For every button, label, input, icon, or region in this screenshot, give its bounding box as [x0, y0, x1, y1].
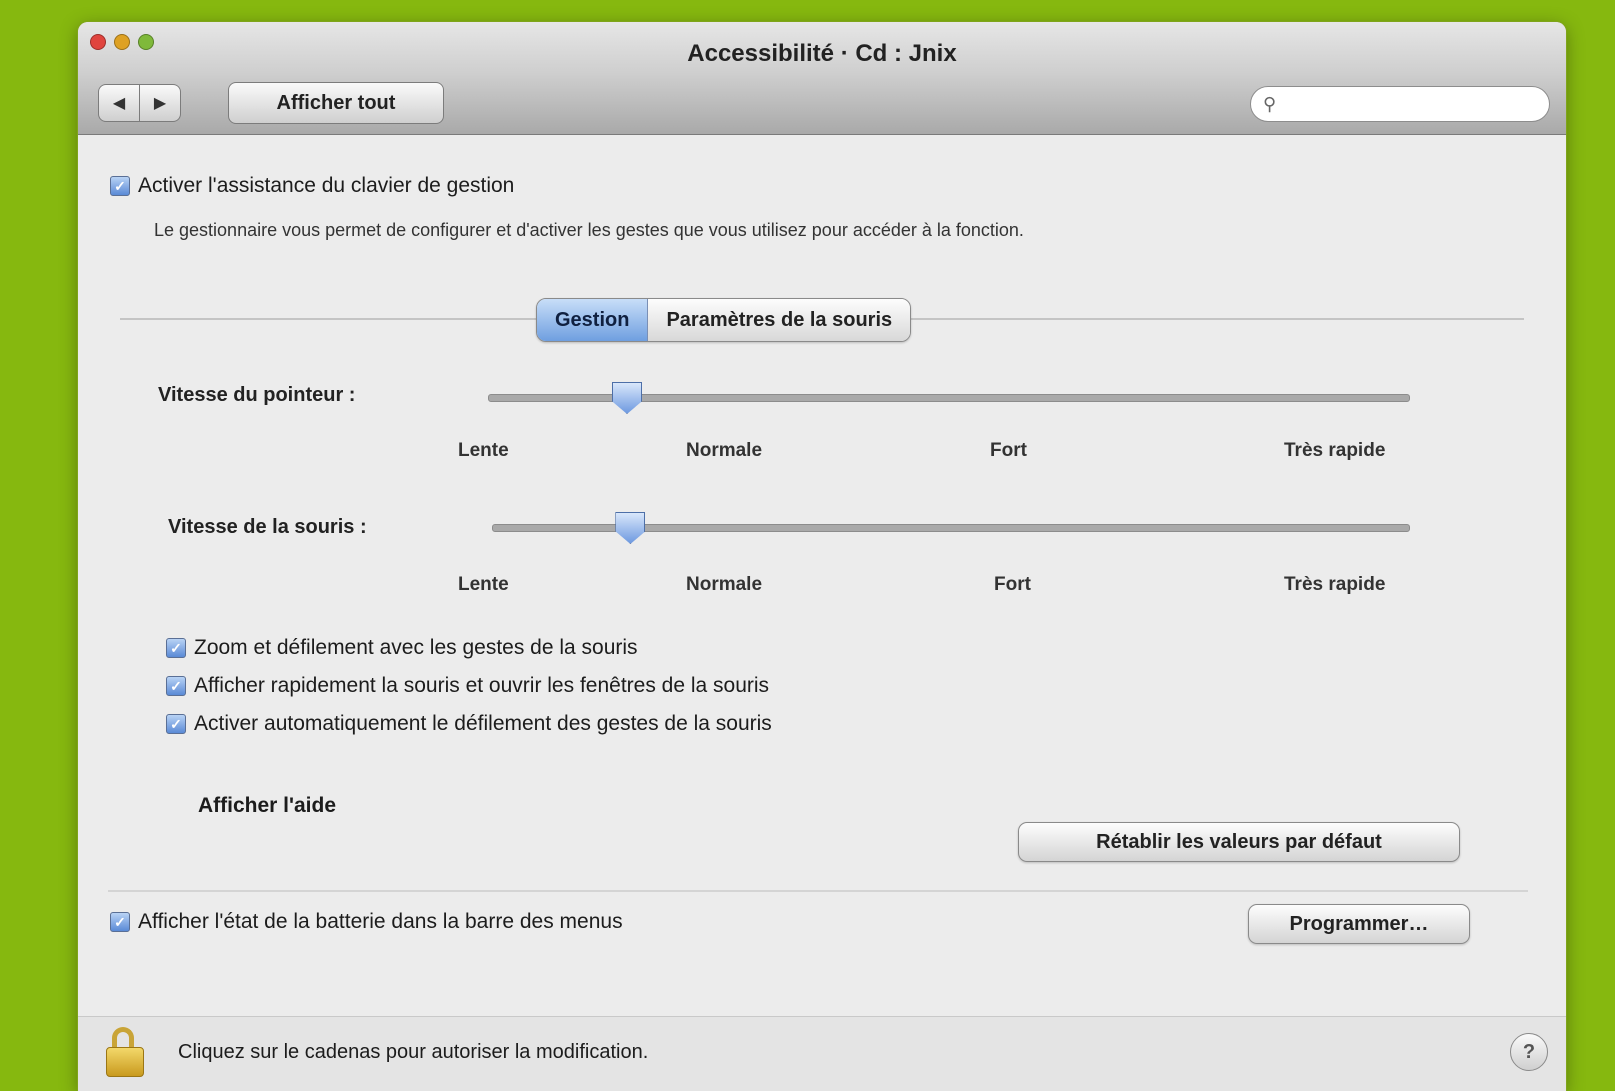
pointer-speed-tick: Très rapide: [1284, 440, 1386, 461]
search-input[interactable]: [1276, 92, 1549, 116]
mouse-speed-label: Vitesse de la souris :: [168, 516, 367, 538]
pointer-speed-tick: Lente: [458, 440, 509, 461]
option-row[interactable]: ✓ Zoom et défilement avec les gestes de l…: [166, 636, 638, 660]
enable-assist-description: Le gestionnaire vous permet de configure…: [154, 220, 1024, 240]
option-row[interactable]: ✓ Activer automatiquement le défilement d…: [166, 712, 772, 736]
lock-text: Cliquez sur le cadenas pour autoriser la…: [178, 1041, 649, 1063]
show-all-button[interactable]: Afficher tout: [228, 82, 444, 124]
schedule-button[interactable]: Programmer…: [1248, 904, 1470, 944]
nav-buttons: ◀ ▶: [98, 84, 181, 122]
mouse-speed-tick: Très rapide: [1284, 574, 1386, 595]
tab-gestion[interactable]: Gestion: [537, 299, 649, 341]
option-checkbox[interactable]: ✓: [166, 714, 186, 735]
pointer-speed-label: Vitesse du pointeur :: [158, 384, 356, 406]
chevron-left-icon: ◀: [112, 95, 126, 112]
mouse-speed-thumb[interactable]: [615, 512, 646, 544]
help-icon: ?: [1522, 1040, 1536, 1063]
mouse-speed-tick: Lente: [458, 574, 509, 595]
window-title: Accessibilité · Cd : Jnix: [687, 40, 957, 67]
lock-icon[interactable]: [104, 1027, 144, 1077]
forward-button[interactable]: ▶: [140, 84, 181, 122]
option-label: Afficher rapidement la souris et ouvrir …: [194, 674, 770, 697]
footer-bar: Cliquez sur le cadenas pour autoriser la…: [78, 1016, 1566, 1091]
option-label: Zoom et défilement avec les gestes de la…: [194, 636, 638, 659]
chevron-right-icon: ▶: [153, 95, 167, 112]
pointer-speed-tick: Normale: [686, 440, 763, 461]
battery-status-checkbox[interactable]: ✓: [110, 912, 130, 933]
option-row[interactable]: ✓ Afficher rapidement la souris et ouvrir…: [166, 674, 769, 698]
tab-mouse-settings[interactable]: Paramètres de la souris: [648, 299, 911, 341]
battery-status-row[interactable]: ✓ Afficher l'état de la batterie dans la …: [110, 910, 623, 934]
mouse-speed-tick: Normale: [686, 574, 763, 595]
enable-assist-checkbox[interactable]: ✓: [110, 176, 130, 197]
pointer-speed-thumb[interactable]: [612, 382, 642, 414]
enable-assist-row[interactable]: ✓ Activer l'assistance du clavier de gest…: [110, 174, 514, 198]
option-checkbox[interactable]: ✓: [166, 676, 186, 697]
option-label: Activer automatiquement le défilement de…: [194, 712, 772, 735]
title-bar: Accessibilité · Cd : Jnix ◀ ▶ Afficher t…: [78, 22, 1566, 135]
back-button[interactable]: ◀: [98, 84, 140, 122]
bottom-divider: [108, 890, 1528, 892]
pointer-speed-tick: Fort: [990, 440, 1027, 461]
help-button[interactable]: ?: [1510, 1033, 1548, 1071]
battery-status-label: Afficher l'état de la batterie dans la b…: [138, 910, 623, 933]
option-checkbox[interactable]: ✓: [166, 638, 186, 659]
search-field[interactable]: ⚲: [1250, 86, 1550, 122]
preferences-window: Accessibilité · Cd : Jnix ◀ ▶ Afficher t…: [78, 22, 1566, 1091]
help-link[interactable]: Afficher l'aide: [198, 794, 336, 818]
mouse-speed-tick: Fort: [994, 574, 1031, 595]
enable-assist-label: Activer l'assistance du clavier de gesti…: [138, 174, 515, 197]
tab-control: Gestion Paramètres de la souris: [536, 298, 912, 342]
reset-defaults-button[interactable]: Rétablir les valeurs par défaut: [1018, 822, 1460, 862]
search-icon: ⚲: [1263, 93, 1277, 114]
